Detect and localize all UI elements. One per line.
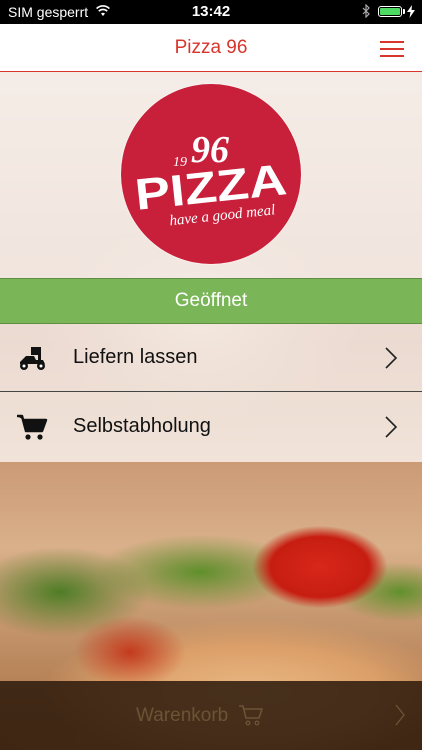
shopping-cart-icon xyxy=(17,414,48,440)
battery-fill xyxy=(380,8,400,15)
pickup-option-row[interactable]: Selbstabholung xyxy=(0,393,422,461)
pizza-96-logo: 19 96 PIZZA have a good meal xyxy=(121,84,301,264)
chevron-right-icon xyxy=(385,416,398,438)
delivery-option-row[interactable]: Liefern lassen xyxy=(0,324,422,392)
delivery-option-label: Liefern lassen xyxy=(73,346,198,368)
open-status-banner: Geöffnet xyxy=(0,278,422,324)
shopping-cart-icon xyxy=(239,705,263,726)
logo-artwork: 19 96 PIZZA have a good meal xyxy=(133,129,289,229)
hamburger-menu-icon[interactable] xyxy=(374,36,408,60)
menu-line xyxy=(380,41,404,43)
clock: 13:42 xyxy=(191,3,231,20)
charging-bolt-icon xyxy=(407,5,415,18)
chevron-right-icon xyxy=(395,704,405,726)
status-bar: SIM gesperrt 13:42 xyxy=(0,0,422,24)
cart-bar[interactable]: Warenkorb xyxy=(0,681,422,750)
battery-tip xyxy=(403,9,405,14)
app-screen: SIM gesperrt 13:42 Pizza 96 19 96 PIZZA … xyxy=(0,0,422,750)
pickup-option-label: Selbstabholung xyxy=(73,415,211,437)
chevron-right-icon xyxy=(385,347,398,369)
battery-icon xyxy=(378,6,402,17)
menu-line xyxy=(380,55,404,57)
bluetooth-icon xyxy=(362,4,370,18)
delivery-scooter-icon xyxy=(20,347,45,370)
menu-line xyxy=(380,48,404,50)
navigation-bar: Pizza 96 xyxy=(0,24,422,72)
cart-label: Warenkorb xyxy=(136,705,229,726)
page-title: Pizza 96 xyxy=(174,37,248,58)
